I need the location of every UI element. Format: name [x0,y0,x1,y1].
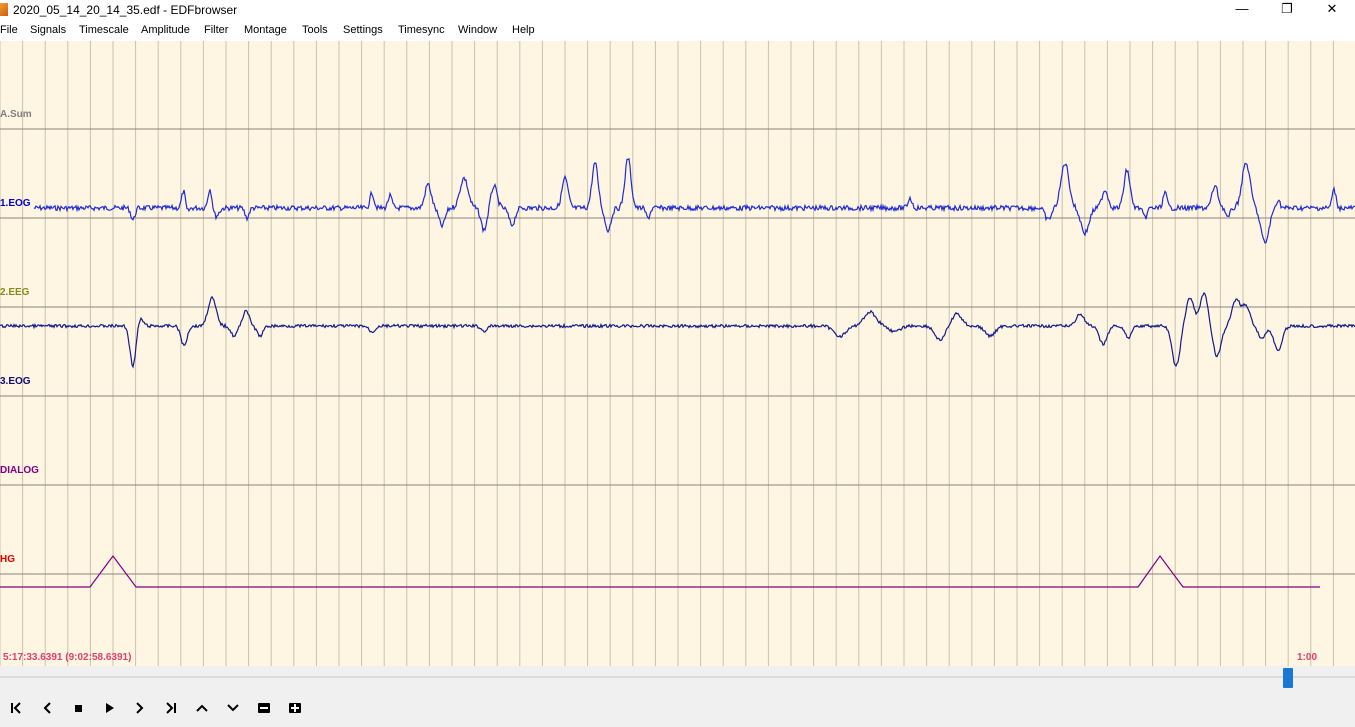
window-title: 2020_05_14_20_14_35.edf - EDFbrowser [13,3,238,17]
signal-label-hg[interactable]: HG [0,554,15,565]
play-icon [106,703,114,713]
title-bar: 2020_05_14_20_14_35.edf - EDFbrowser — ❐… [0,0,1355,20]
eog-1-trace [33,157,1355,244]
start-time-readout: 5:17:33.6391 (9:02:58.6391) [3,652,132,663]
close-icon: ✕ [1326,1,1338,16]
signal-label-eog-3[interactable]: 3.EOG [0,376,31,387]
play-button[interactable] [98,698,120,718]
zoom-out-button[interactable] [253,698,275,718]
menu-filter[interactable]: Filter [204,24,228,36]
minus-icon [258,703,270,713]
menu-tools[interactable]: Tools [302,24,328,36]
close-button[interactable]: ✕ [1310,0,1354,20]
stop-icon [75,705,82,712]
menu-bar: File Signals Timescale Amplitude Filter … [0,20,1355,41]
menu-montage[interactable]: Montage [244,24,287,36]
plus-icon [289,703,301,713]
minimize-icon: — [1235,1,1249,16]
chevron-up-icon [196,704,208,712]
next-button[interactable] [129,698,151,718]
signal-label-dialog[interactable]: DIALOG [0,465,39,476]
chevron-down-icon [227,704,239,712]
last-page-button[interactable] [160,698,182,718]
restore-icon: ❐ [1281,1,1293,16]
chevron-left-icon [43,702,51,714]
menu-settings[interactable]: Settings [343,24,383,36]
menu-timescale[interactable]: Timescale [79,24,129,36]
app-icon [0,3,8,16]
menu-file[interactable]: File [0,24,18,36]
signal-label-eog-1[interactable]: 1.EOG [0,198,31,209]
menu-window[interactable]: Window [458,24,497,36]
chevron-right-icon [136,702,144,714]
menu-amplitude[interactable]: Amplitude [141,24,190,36]
signal-label-a-sum[interactable]: A.Sum [0,109,32,120]
menu-timesync[interactable]: Timesync [398,24,445,36]
hg-trace [0,554,1320,588]
signal-plot[interactable]: A.Sum 1.EOG 2.EEG 3.EOG DIALOG HG 5:17:3… [0,41,1355,666]
signal-label-eeg-2[interactable]: 2.EEG [0,287,29,298]
stop-button[interactable] [67,698,89,718]
scroll-up-button[interactable] [191,698,213,718]
restore-button[interactable]: ❐ [1265,0,1309,20]
previous-button[interactable] [36,698,58,718]
scroll-down-button[interactable] [222,698,244,718]
time-scrollbar[interactable] [0,666,1355,690]
scroll-handle[interactable] [1283,668,1293,688]
navigation-toolbar [0,690,1355,727]
scroll-track[interactable] [0,676,1355,678]
zoom-in-button[interactable] [284,698,306,718]
first-page-button[interactable] [5,698,27,718]
signal-canvas [0,41,1355,666]
menu-signals[interactable]: Signals [30,24,66,36]
menu-help[interactable]: Help [512,24,535,36]
skip-end-icon [166,702,176,714]
skip-start-icon [11,702,21,714]
minimize-button[interactable]: — [1220,0,1264,20]
window-length-readout: 1:00 [1297,652,1318,663]
